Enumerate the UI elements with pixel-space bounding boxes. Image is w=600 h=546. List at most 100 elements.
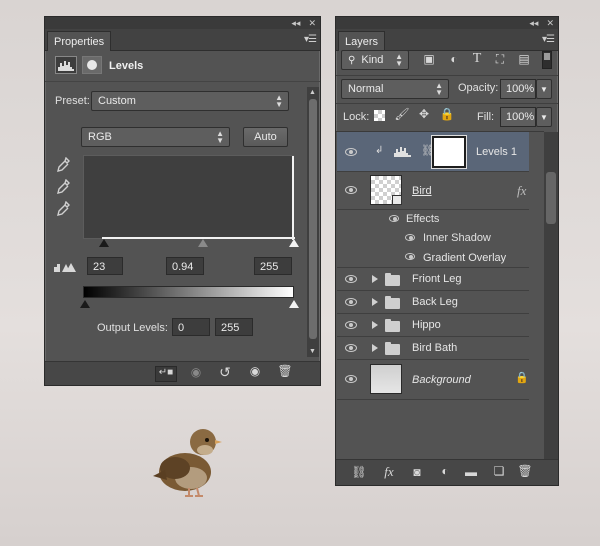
input-white-slider[interactable] xyxy=(289,239,299,247)
effect-label: Inner Shadow xyxy=(423,232,491,244)
scroll-down-arrow-icon[interactable]: ▼ xyxy=(309,348,316,355)
clip-to-layer-icon[interactable]: ↵■ xyxy=(155,366,177,382)
white-point-eyedropper-icon[interactable] xyxy=(55,200,71,219)
properties-scrollbar[interactable]: ▲ ▼ xyxy=(307,87,319,357)
auto-button[interactable]: Auto xyxy=(243,127,288,147)
output-white-slider[interactable] xyxy=(289,300,299,308)
lock-image-brush-icon[interactable]: 🖌 xyxy=(394,107,410,123)
lock-icon: 🔒 xyxy=(515,372,529,384)
levels-histogram-icon[interactable] xyxy=(55,56,77,74)
panel-menu-icon[interactable]: ▾☰ xyxy=(304,34,317,45)
filter-adjustment-icon[interactable]: ◐ xyxy=(446,52,462,68)
lock-transparent-icon[interactable] xyxy=(374,110,385,121)
close-icon[interactable]: ✕ xyxy=(308,18,316,29)
visibility-eye-icon[interactable] xyxy=(345,186,357,194)
updown-caret-icon: ▲ ▼ xyxy=(395,52,403,68)
scroll-thumb[interactable] xyxy=(546,172,556,224)
new-group-folder-icon[interactable]: ▬ xyxy=(462,465,480,481)
close-icon[interactable]: ✕ xyxy=(546,18,554,29)
filter-pixel-icon[interactable]: ▣ xyxy=(421,52,437,68)
input-gamma-slider[interactable] xyxy=(198,239,208,247)
visibility-eye-icon[interactable] xyxy=(389,215,399,222)
add-mask-icon[interactable]: ◙ xyxy=(408,465,426,481)
channel-select[interactable]: RGB ▲ ▼ xyxy=(81,127,230,147)
group-row-friont-leg[interactable]: Friont Leg xyxy=(337,268,529,291)
group-row-back-leg[interactable]: Back Leg xyxy=(337,291,529,314)
delete-layer-trash-icon[interactable]: 🗑 xyxy=(516,464,534,480)
tab-layers[interactable]: Layers xyxy=(338,31,386,51)
collapse-icon[interactable]: ◂◂ xyxy=(291,18,300,29)
updown-caret-icon: ▲ ▼ xyxy=(435,81,443,97)
collapse-icon[interactable]: ◂◂ xyxy=(529,18,538,29)
visibility-eye-icon[interactable]: ◉ xyxy=(245,364,265,380)
add-layer-style-icon[interactable]: fx xyxy=(380,464,398,480)
group-name: Back Leg xyxy=(412,296,458,308)
visibility-eye-icon[interactable] xyxy=(405,253,415,260)
layer-row-background[interactable]: Background 🔒 xyxy=(337,360,529,400)
visibility-eye-icon[interactable] xyxy=(345,275,357,283)
expand-arrow-icon[interactable] xyxy=(372,298,378,306)
view-previous-state-icon[interactable]: ◉ xyxy=(185,365,207,381)
input-black-slider[interactable] xyxy=(99,239,109,247)
layer-row-levels-1[interactable]: ↲ ⛓ Levels 1 xyxy=(337,132,529,172)
input-white-field[interactable]: 255 xyxy=(254,257,292,275)
group-row-hippo[interactable]: Hippo xyxy=(337,314,529,337)
levels-adjustment-icon xyxy=(393,145,413,161)
lock-all-icon[interactable]: 🔒 xyxy=(439,107,455,123)
lock-position-move-icon[interactable]: ✥ xyxy=(416,107,432,123)
fill-dropdown-button[interactable]: ▼ xyxy=(536,107,552,127)
visibility-eye-icon[interactable] xyxy=(345,344,357,352)
fill-field[interactable]: 100% xyxy=(500,107,536,127)
black-point-eyedropper-icon[interactable] xyxy=(55,156,71,175)
visibility-eye-icon[interactable] xyxy=(345,298,357,306)
filter-toggle-switch[interactable] xyxy=(542,51,552,69)
opacity-field[interactable]: 100% xyxy=(500,79,536,99)
filter-type-icon[interactable]: T xyxy=(469,51,485,67)
scroll-up-arrow-icon[interactable]: ▲ xyxy=(309,89,316,96)
output-black-slider[interactable] xyxy=(80,300,90,308)
input-gamma-field[interactable]: 0.94 xyxy=(166,257,204,275)
link-layers-icon[interactable]: ⛓ xyxy=(350,465,368,481)
expand-arrow-icon[interactable] xyxy=(372,321,378,329)
expand-arrow-icon[interactable] xyxy=(372,344,378,352)
group-row-bird-bath[interactable]: Bird Bath xyxy=(337,337,529,360)
layer-name: Bird xyxy=(412,185,432,197)
layer-row-bird[interactable]: Bird fx xyxy=(337,172,529,210)
visibility-eye-icon[interactable] xyxy=(345,148,357,156)
bird-image xyxy=(145,420,225,500)
blend-mode-select[interactable]: Normal ▲ ▼ xyxy=(341,79,449,99)
filter-shape-icon[interactable]: ⛶ xyxy=(492,52,508,68)
visibility-eye-icon[interactable] xyxy=(345,321,357,329)
preset-select[interactable]: Custom ▲ ▼ xyxy=(91,91,289,111)
search-icon: ⚲ xyxy=(348,55,356,66)
blend-mode-value: Normal xyxy=(348,83,384,95)
output-black-field[interactable]: 0 xyxy=(172,318,210,336)
input-black-field[interactable]: 23 xyxy=(87,257,123,275)
properties-tabbar: Properties ▾☰ xyxy=(45,29,320,51)
layer-mask-icon[interactable] xyxy=(82,56,102,74)
effect-row-inner-shadow[interactable]: Inner Shadow xyxy=(337,229,529,248)
expand-arrow-icon[interactable] xyxy=(372,275,378,283)
scroll-thumb[interactable] xyxy=(309,99,317,339)
clipping-arrow-icon: ↲ xyxy=(375,145,384,156)
opacity-dropdown-button[interactable]: ▼ xyxy=(536,79,552,99)
clipping-warning-icon[interactable] xyxy=(52,261,78,275)
visibility-eye-icon[interactable] xyxy=(405,234,415,241)
visibility-eye-icon[interactable] xyxy=(345,375,357,383)
tab-properties[interactable]: Properties xyxy=(47,31,112,51)
reset-icon[interactable]: ↺ xyxy=(215,364,235,380)
filter-smart-object-icon[interactable]: ▤ xyxy=(516,52,532,68)
layers-scrollbar[interactable]: ▲ xyxy=(544,132,558,462)
new-layer-icon[interactable]: ❏ xyxy=(490,464,508,480)
smart-object-badge-icon xyxy=(392,195,402,205)
new-adjustment-layer-icon[interactable]: ◐ xyxy=(436,464,454,480)
panel-menu-icon[interactable]: ▾☰ xyxy=(542,34,555,45)
opacity-label: Opacity: xyxy=(458,82,499,94)
output-white-field[interactable]: 255 xyxy=(215,318,253,336)
effects-row[interactable]: Effects xyxy=(337,210,529,229)
fx-icon[interactable]: fx xyxy=(517,183,526,199)
filter-kind-select[interactable]: ⚲ Kind ▲ ▼ xyxy=(341,50,409,70)
gray-point-eyedropper-icon[interactable] xyxy=(55,178,71,197)
delete-trash-icon[interactable]: 🗑 xyxy=(275,364,295,380)
effect-row-gradient-overlay[interactable]: Gradient Overlay xyxy=(337,248,529,268)
